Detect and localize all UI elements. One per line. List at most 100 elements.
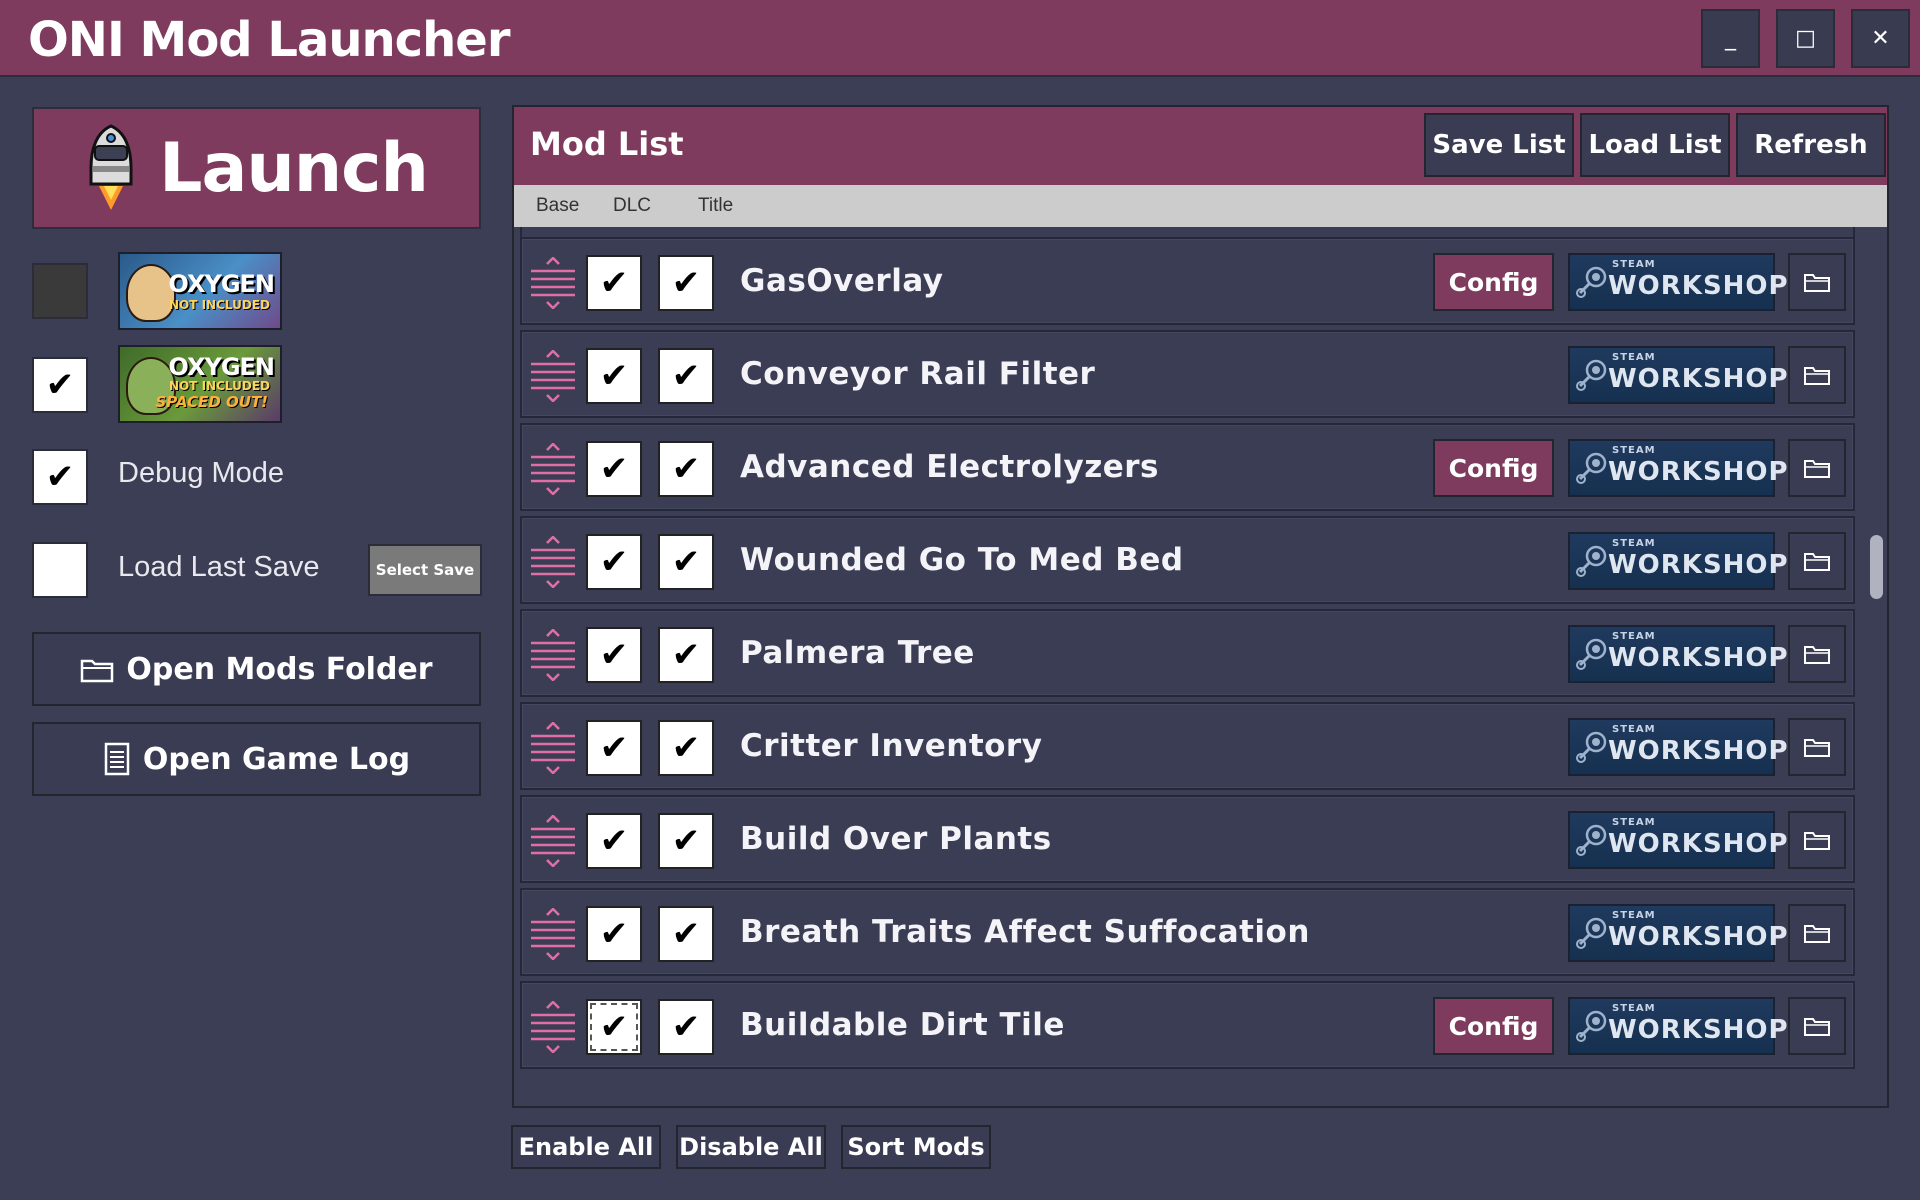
dlc-checkbox[interactable]: ✔ <box>658 441 714 497</box>
check-icon: ✔ <box>671 449 701 489</box>
workshop-label: WORKSHOP <box>1608 922 1789 952</box>
check-icon: ✔ <box>599 1007 629 1047</box>
workshop-label: WORKSHOP <box>1608 457 1789 487</box>
launch-button[interactable]: Launch <box>32 107 481 229</box>
steam-workshop-button[interactable]: STEAM WORKSHOP <box>1568 997 1788 1055</box>
load-last-save-checkbox[interactable] <box>32 542 88 598</box>
mod-folder-button[interactable] <box>1788 532 1846 590</box>
config-button[interactable]: Config <box>1433 439 1554 497</box>
drag-handle-icon[interactable] <box>528 815 578 867</box>
dlc-checkbox[interactable]: ✔ <box>658 906 714 962</box>
base-checkbox[interactable]: ✔ <box>586 813 642 869</box>
base-checkbox[interactable]: ✔ <box>586 906 642 962</box>
mod-row[interactable]: ✔ ✔ Advanced Electrolyzers Config STEAM … <box>520 423 1855 511</box>
mod-folder-button[interactable] <box>1788 904 1846 962</box>
mod-row[interactable]: ✔ ✔ Wounded Go To Med Bed STEAM WORKSHOP <box>520 516 1855 604</box>
column-dlc[interactable]: DLC <box>613 195 651 217</box>
column-base[interactable]: Base <box>536 195 579 217</box>
open-game-log-button[interactable]: Open Game Log <box>32 722 481 796</box>
drag-handle-icon[interactable] <box>528 722 578 774</box>
workshop-steam-label: STEAM <box>1612 259 1656 270</box>
mod-folder-button[interactable] <box>1788 346 1846 404</box>
mod-row[interactable]: ✔ ✔ Buildable Dirt Tile Config STEAM WOR… <box>520 981 1855 1069</box>
dlc-checkbox[interactable]: ✔ <box>658 255 714 311</box>
check-icon: ✔ <box>599 728 629 768</box>
drag-handle-icon[interactable] <box>528 629 578 681</box>
enable-all-button[interactable]: Enable All <box>511 1125 661 1169</box>
base-checkbox[interactable]: ✔ <box>586 534 642 590</box>
config-button[interactable]: Config <box>1433 997 1554 1055</box>
base-checkbox[interactable]: ✔ <box>586 255 642 311</box>
folder-icon <box>1804 367 1830 385</box>
base-checkbox[interactable]: ✔ <box>586 348 642 404</box>
base-checkbox[interactable]: ✔ <box>586 999 642 1055</box>
folder-icon <box>1804 832 1830 850</box>
folder-icon <box>1804 274 1830 292</box>
dlc-checkbox[interactable]: ✔ <box>658 627 714 683</box>
steam-workshop-button[interactable]: STEAM WORKSHOP <box>1568 439 1788 497</box>
mod-row[interactable]: ✔ ✔ Build Over Plants STEAM WORKSHOP <box>520 795 1855 883</box>
load-list-button[interactable]: Load List <box>1580 113 1730 177</box>
mod-folder-button[interactable] <box>1788 997 1846 1055</box>
drag-handle-icon[interactable] <box>528 257 578 309</box>
title-bar: ONI Mod Launcher _ □ ✕ <box>0 0 1920 77</box>
check-icon: ✔ <box>671 1007 701 1047</box>
workshop-steam-label: STEAM <box>1612 352 1656 363</box>
steam-workshop-button[interactable]: STEAM WORKSHOP <box>1568 811 1788 869</box>
select-save-button[interactable]: Select Save <box>368 544 482 596</box>
dlc-checkbox[interactable]: ✔ <box>658 999 714 1055</box>
mod-list[interactable]: ✔ ✔ GasOverlay Config STEAM WORKSHOP ✔ ✔… <box>514 227 1887 1106</box>
save-list-button[interactable]: Save List <box>1424 113 1574 177</box>
mod-name: Buildable Dirt Tile <box>740 1007 1065 1043</box>
steam-workshop-button[interactable]: STEAM WORKSHOP <box>1568 346 1788 404</box>
dlc-banner: OXYGEN NOT INCLUDED SPACED OUT! <box>118 345 282 423</box>
maximize-button[interactable]: □ <box>1776 9 1835 68</box>
check-icon: ✔ <box>45 457 75 497</box>
base-game-checkbox[interactable] <box>32 263 88 319</box>
mod-folder-button[interactable] <box>1788 625 1846 683</box>
mod-folder-button[interactable] <box>1788 811 1846 869</box>
base-checkbox[interactable]: ✔ <box>586 441 642 497</box>
steam-workshop-button[interactable]: STEAM WORKSHOP <box>1568 532 1788 590</box>
dlc-checkbox[interactable]: ✔ <box>32 357 88 413</box>
dlc-checkbox[interactable]: ✔ <box>658 348 714 404</box>
steam-workshop-button[interactable]: STEAM WORKSHOP <box>1568 253 1788 311</box>
disable-all-button[interactable]: Disable All <box>676 1125 826 1169</box>
config-button[interactable]: Config <box>1433 253 1554 311</box>
mod-folder-button[interactable] <box>1788 439 1846 497</box>
mod-folder-button[interactable] <box>1788 253 1846 311</box>
minimize-button[interactable]: _ <box>1701 9 1760 68</box>
steam-workshop-button[interactable]: STEAM WORKSHOP <box>1568 625 1788 683</box>
drag-handle-icon[interactable] <box>528 350 578 402</box>
mod-name: Critter Inventory <box>740 728 1043 764</box>
mod-row[interactable]: ✔ ✔ Breath Traits Affect Suffocation STE… <box>520 888 1855 976</box>
column-title[interactable]: Title <box>698 195 733 217</box>
dlc-checkbox[interactable]: ✔ <box>658 813 714 869</box>
check-icon: ✔ <box>671 821 701 861</box>
workshop-label: WORKSHOP <box>1608 736 1789 766</box>
mod-row[interactable]: ✔ ✔ Conveyor Rail Filter STEAM WORKSHOP <box>520 330 1855 418</box>
close-button[interactable]: ✕ <box>1851 9 1910 68</box>
drag-handle-icon[interactable] <box>528 908 578 960</box>
scroll-thumb[interactable] <box>1870 535 1883 599</box>
mod-list-scrollbar[interactable] <box>1866 227 1887 1106</box>
mod-row[interactable]: ✔ ✔ Palmera Tree STEAM WORKSHOP <box>520 609 1855 697</box>
mod-row[interactable]: ✔ ✔ Critter Inventory STEAM WORKSHOP <box>520 702 1855 790</box>
refresh-button[interactable]: Refresh <box>1736 113 1886 177</box>
dlc-checkbox[interactable]: ✔ <box>658 720 714 776</box>
base-checkbox[interactable]: ✔ <box>586 720 642 776</box>
banner-dlc-title: OXYGEN <box>168 353 275 381</box>
steam-logo-icon <box>1576 359 1607 391</box>
drag-handle-icon[interactable] <box>528 536 578 588</box>
sort-mods-button[interactable]: Sort Mods <box>841 1125 991 1169</box>
base-checkbox[interactable]: ✔ <box>586 627 642 683</box>
drag-handle-icon[interactable] <box>528 1001 578 1053</box>
debug-mode-checkbox[interactable]: ✔ <box>32 449 88 505</box>
drag-handle-icon[interactable] <box>528 443 578 495</box>
steam-workshop-button[interactable]: STEAM WORKSHOP <box>1568 904 1788 962</box>
open-mods-folder-button[interactable]: Open Mods Folder <box>32 632 481 706</box>
mod-row[interactable]: ✔ ✔ GasOverlay Config STEAM WORKSHOP <box>520 237 1855 325</box>
steam-workshop-button[interactable]: STEAM WORKSHOP <box>1568 718 1788 776</box>
dlc-checkbox[interactable]: ✔ <box>658 534 714 590</box>
mod-folder-button[interactable] <box>1788 718 1846 776</box>
